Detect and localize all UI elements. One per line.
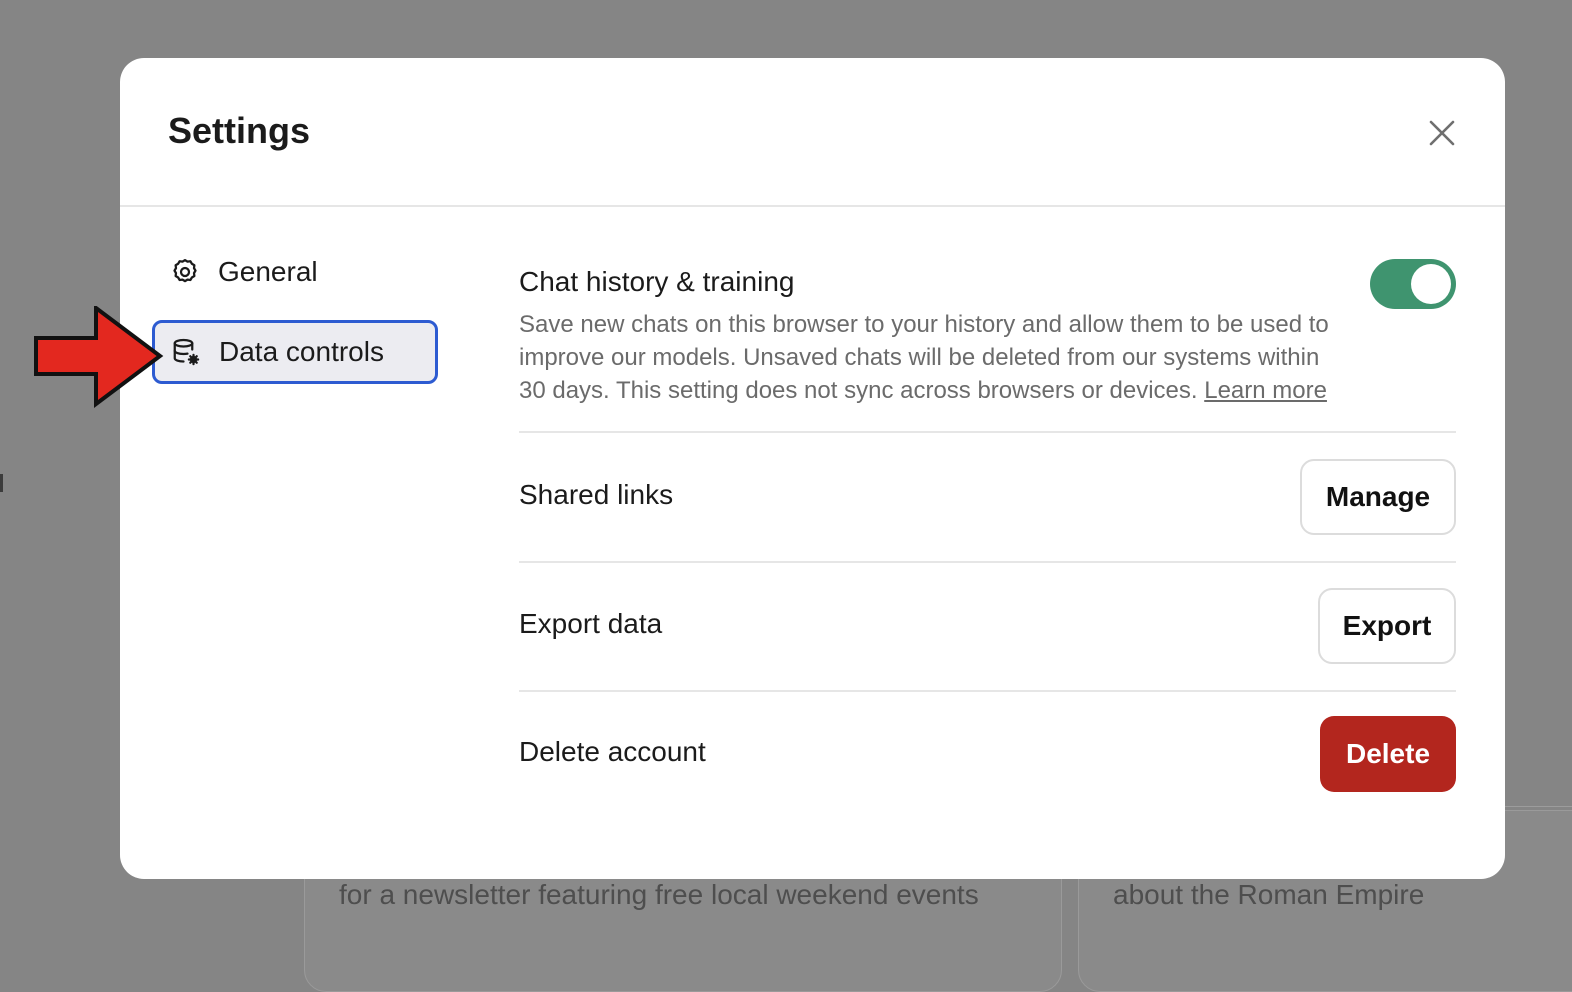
export-data-row: Export data Export bbox=[519, 562, 1456, 692]
delete-account-row: Delete account Delete bbox=[519, 690, 1456, 818]
export-data-title: Export data bbox=[519, 608, 663, 639]
learn-more-link[interactable]: Learn more bbox=[1204, 377, 1327, 404]
chat-history-toggle[interactable] bbox=[1370, 259, 1456, 309]
background-edge-mark bbox=[0, 474, 3, 492]
database-gear-icon bbox=[171, 337, 201, 367]
close-icon bbox=[1429, 120, 1455, 146]
gear-icon bbox=[170, 257, 200, 287]
sidebar-item-data-controls[interactable]: Data controls bbox=[152, 320, 438, 384]
delete-account-title: Delete account bbox=[519, 736, 706, 767]
sidebar-item-label: Data controls bbox=[219, 336, 384, 367]
sidebar-item-label: General bbox=[218, 256, 318, 287]
chat-history-description: Save new chats on this browser to your h… bbox=[519, 308, 1349, 407]
export-button[interactable]: Export bbox=[1318, 588, 1456, 664]
background-suggestion-text-left: for a newsletter featuring free local we… bbox=[339, 879, 979, 910]
toggle-knob bbox=[1411, 264, 1451, 304]
sidebar-item-general[interactable]: General bbox=[152, 240, 438, 304]
shared-links-title: Shared links bbox=[519, 479, 674, 510]
shared-links-row: Shared links Manage bbox=[519, 433, 1456, 563]
manage-button[interactable]: Manage bbox=[1300, 459, 1456, 535]
background-divider bbox=[1505, 806, 1572, 807]
annotation-arrow-icon bbox=[34, 306, 164, 408]
delete-button[interactable]: Delete bbox=[1320, 716, 1456, 792]
chat-history-title: Chat history & training bbox=[519, 266, 795, 297]
settings-modal: Settings General Data controls Chat hist… bbox=[120, 58, 1505, 879]
background-suggestion-text-right: about the Roman Empire bbox=[1113, 879, 1425, 910]
modal-title: Settings bbox=[168, 110, 311, 151]
modal-header: Settings bbox=[120, 58, 1505, 207]
chat-history-row: Chat history & training Save new chats o… bbox=[519, 246, 1456, 433]
close-button[interactable] bbox=[1419, 110, 1465, 156]
